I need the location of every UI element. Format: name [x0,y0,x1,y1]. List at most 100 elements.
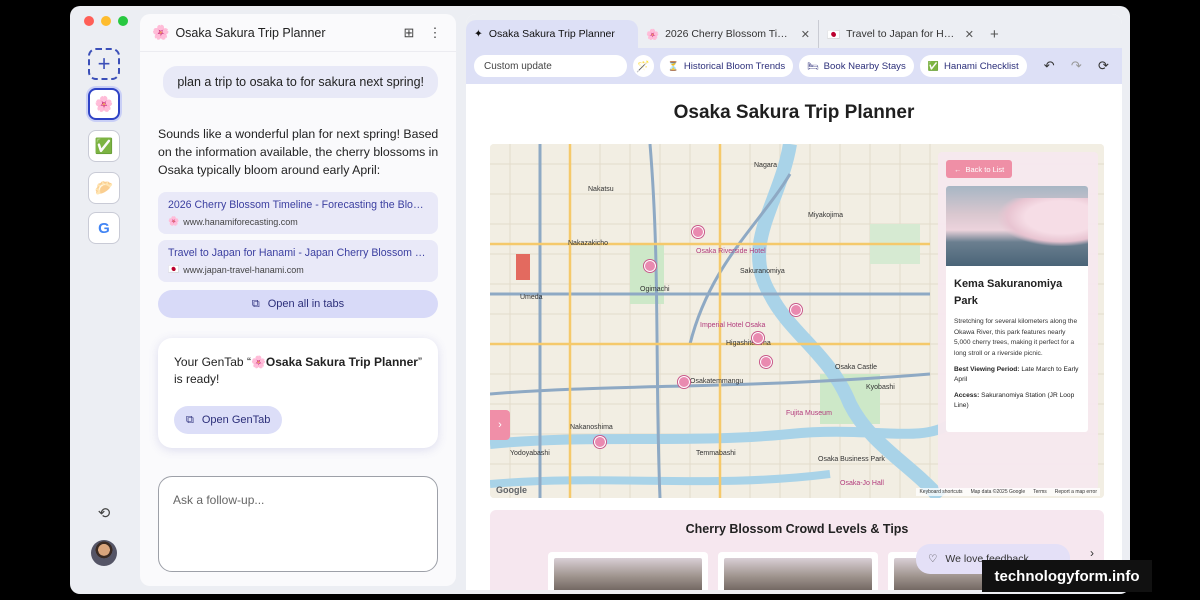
sakura-pin-icon[interactable] [692,226,704,238]
expand-list-button[interactable]: › [490,410,510,440]
sakura-icon: 🌸 [168,216,180,226]
tab-bar: ✦ Osaka Sakura Trip Planner 🌸 2026 Cherr… [466,14,1122,48]
open-all-in-tabs-button[interactable]: ⧉ Open all in tabs [158,290,438,318]
chip-label: Book Nearby Stays [823,60,906,72]
custom-update-input[interactable] [474,55,627,77]
sakura-pin-icon[interactable] [644,260,656,272]
crowd-card[interactable] [548,552,708,590]
google-icon[interactable]: G [88,212,120,244]
add-tab-icon[interactable]: ⊞ [400,25,418,41]
avatar[interactable] [91,540,117,566]
tab-travel-hanami[interactable]: 🇯🇵 Travel to Japan for Hanami - J ✕ [818,20,982,48]
source-link[interactable]: Travel to Japan for Hanami - Japan Cherr… [158,240,438,282]
source-title: 2026 Cherry Blossom Timeline - Forecasti… [168,199,428,211]
more-options-icon[interactable]: ⋮ [426,25,444,41]
browser-pane: ✦ Osaka Sakura Trip Planner 🌸 2026 Cherr… [466,14,1122,590]
map-label: Umeda [520,294,543,301]
tab-osaka-planner[interactable]: ✦ Osaka Sakura Trip Planner [466,20,638,48]
hanami-checklist-chip[interactable]: ✅ Hanami Checklist [919,55,1027,77]
map-label: Osaka Business Park [818,456,885,463]
hourglass-icon: ⏳ [667,60,679,71]
crowd-card[interactable] [718,552,878,590]
place-card: Kema Sakuranomiya Park Stretching for se… [946,186,1088,432]
japan-flag-icon: 🇯🇵 [827,28,841,41]
place-description: Stretching for several kilometers along … [954,318,1078,357]
crowd-photo [554,558,702,590]
map-label: Ogimachi [640,286,670,293]
undo-icon[interactable]: ↶ [1039,58,1060,74]
report-error-link[interactable]: Report a map error [1055,489,1097,495]
sakura-pin-icon[interactable] [790,304,802,316]
open-gentab-button[interactable]: ⧉ Open GenTab [174,406,283,434]
terms-link[interactable]: Terms [1033,489,1047,495]
gentab-ready-card: Your GenTab “🌸Osaka Sakura Trip Planner”… [158,338,438,448]
historical-bloom-trends-chip[interactable]: ⏳ Historical Bloom Trends [659,55,794,77]
google-logo: Google [496,485,527,495]
sakura-pin-icon[interactable] [760,356,772,368]
magic-wand-icon[interactable]: 🪄 [632,55,654,77]
source-link[interactable]: 2026 Cherry Blossom Timeline - Forecasti… [158,192,438,234]
sakura-pin-icon[interactable] [594,436,606,448]
best-viewing-period: Best Viewing Period: Late March to Early… [954,366,1079,384]
map-label: Nakatsu [588,186,614,193]
source-url: 🌸 www.hanamiforecasting.com [168,216,428,227]
user-message: plan a trip to osaka to for sakura next … [163,66,438,98]
tab-cherry-timeline[interactable]: 🌸 2026 Cherry Blossom Timeline ✕ [638,20,818,48]
sparkle-icon: ✦ [474,28,483,40]
page-title: Osaka Sakura Trip Planner [673,102,915,123]
chat-panel: 🌸 Osaka Sakura Trip Planner ⊞ ⋮ plan a t… [140,14,456,586]
left-rail: + 🌸 ✅ 🥟 G ⟲ [70,6,138,594]
chat-header: 🌸 Osaka Sakura Trip Planner ⊞ ⋮ [140,14,456,52]
watermark: technologyform.info [982,560,1152,592]
keyboard-shortcuts-link[interactable]: Keyboard shortcuts [919,489,962,495]
followup-input[interactable] [173,493,423,507]
source-url: 🇯🇵 www.japan-travel-hanami.com [168,264,428,275]
map-label: Miyakojima [808,212,844,219]
map-label: Higashitemma [726,340,771,347]
book-nearby-stays-chip[interactable]: 🛏 Book Nearby Stays [799,55,914,77]
redo-icon[interactable]: ↷ [1066,58,1087,74]
open-all-label: Open all in tabs [267,298,345,310]
refresh-icon[interactable]: ⟳ [1093,58,1114,74]
map-data-text: Map data ©2025 Google [970,489,1026,495]
sakura-pin-icon[interactable] [752,332,764,344]
section-title: Cherry Blossom Crowd Levels & Tips [685,522,909,536]
place-name: Kema Sakuranomiya Park [954,278,1063,307]
new-tab-button[interactable]: + [990,20,999,48]
open-external-icon: ⧉ [186,413,194,426]
checkbox-icon[interactable]: ✅ [88,130,120,162]
map-label: Osakatemmangu [690,378,744,385]
map-label: Nakazakicho [568,240,609,247]
back-label: Back to List [965,164,1005,174]
japan-flag-icon: 🇯🇵 [168,264,180,274]
crowd-photo [724,558,872,590]
map-label: Sakuranomiya [740,268,785,275]
sakura-icon[interactable]: 🌸 [88,88,120,120]
arrow-left-icon: ← [954,164,962,174]
map-label: Osaka-Jo Hall [840,480,884,487]
source-title: Travel to Japan for Hanami - Japan Cherr… [168,247,428,259]
map-label: Osaka Castle [835,364,878,371]
map-view[interactable]: Nagara Nakatsu Miyakojima Nakazakicho Os… [490,144,1104,498]
sakura-pin-icon[interactable] [678,376,690,388]
close-icon[interactable]: ✕ [965,28,974,41]
sakura-icon: 🌸 [152,24,170,40]
followup-box[interactable] [158,476,438,572]
chip-label: Historical Bloom Trends [683,60,786,72]
back-to-list-button[interactable]: ← Back to List [946,160,1013,178]
gentab-page: Osaka Sakura Trip Planner Nagara Nakatsu… [466,84,1122,590]
map-label: Temmabashi [696,450,736,457]
new-gentab-button[interactable]: + [88,48,120,80]
bowl-icon[interactable]: 🥟 [88,172,120,204]
map-label: Imperial Hotel Osaka [700,322,766,329]
close-icon[interactable]: ✕ [801,28,810,41]
history-icon[interactable]: ⟲ [94,504,114,524]
map-label: Nagara [754,162,777,169]
map-attribution: Keyboard shortcuts Map data ©2025 Google… [916,488,1100,496]
open-gentab-label: Open GenTab [201,414,271,426]
chevron-right-icon[interactable]: › [1090,546,1094,560]
gentab-toolbar: 🪄 ⏳ Historical Bloom Trends 🛏 Book Nearb… [466,48,1122,84]
assistant-reply: Sounds like a wonderful plan for next sp… [158,127,439,177]
place-photo [946,186,1088,266]
checkbox-icon: ✅ [927,60,939,71]
